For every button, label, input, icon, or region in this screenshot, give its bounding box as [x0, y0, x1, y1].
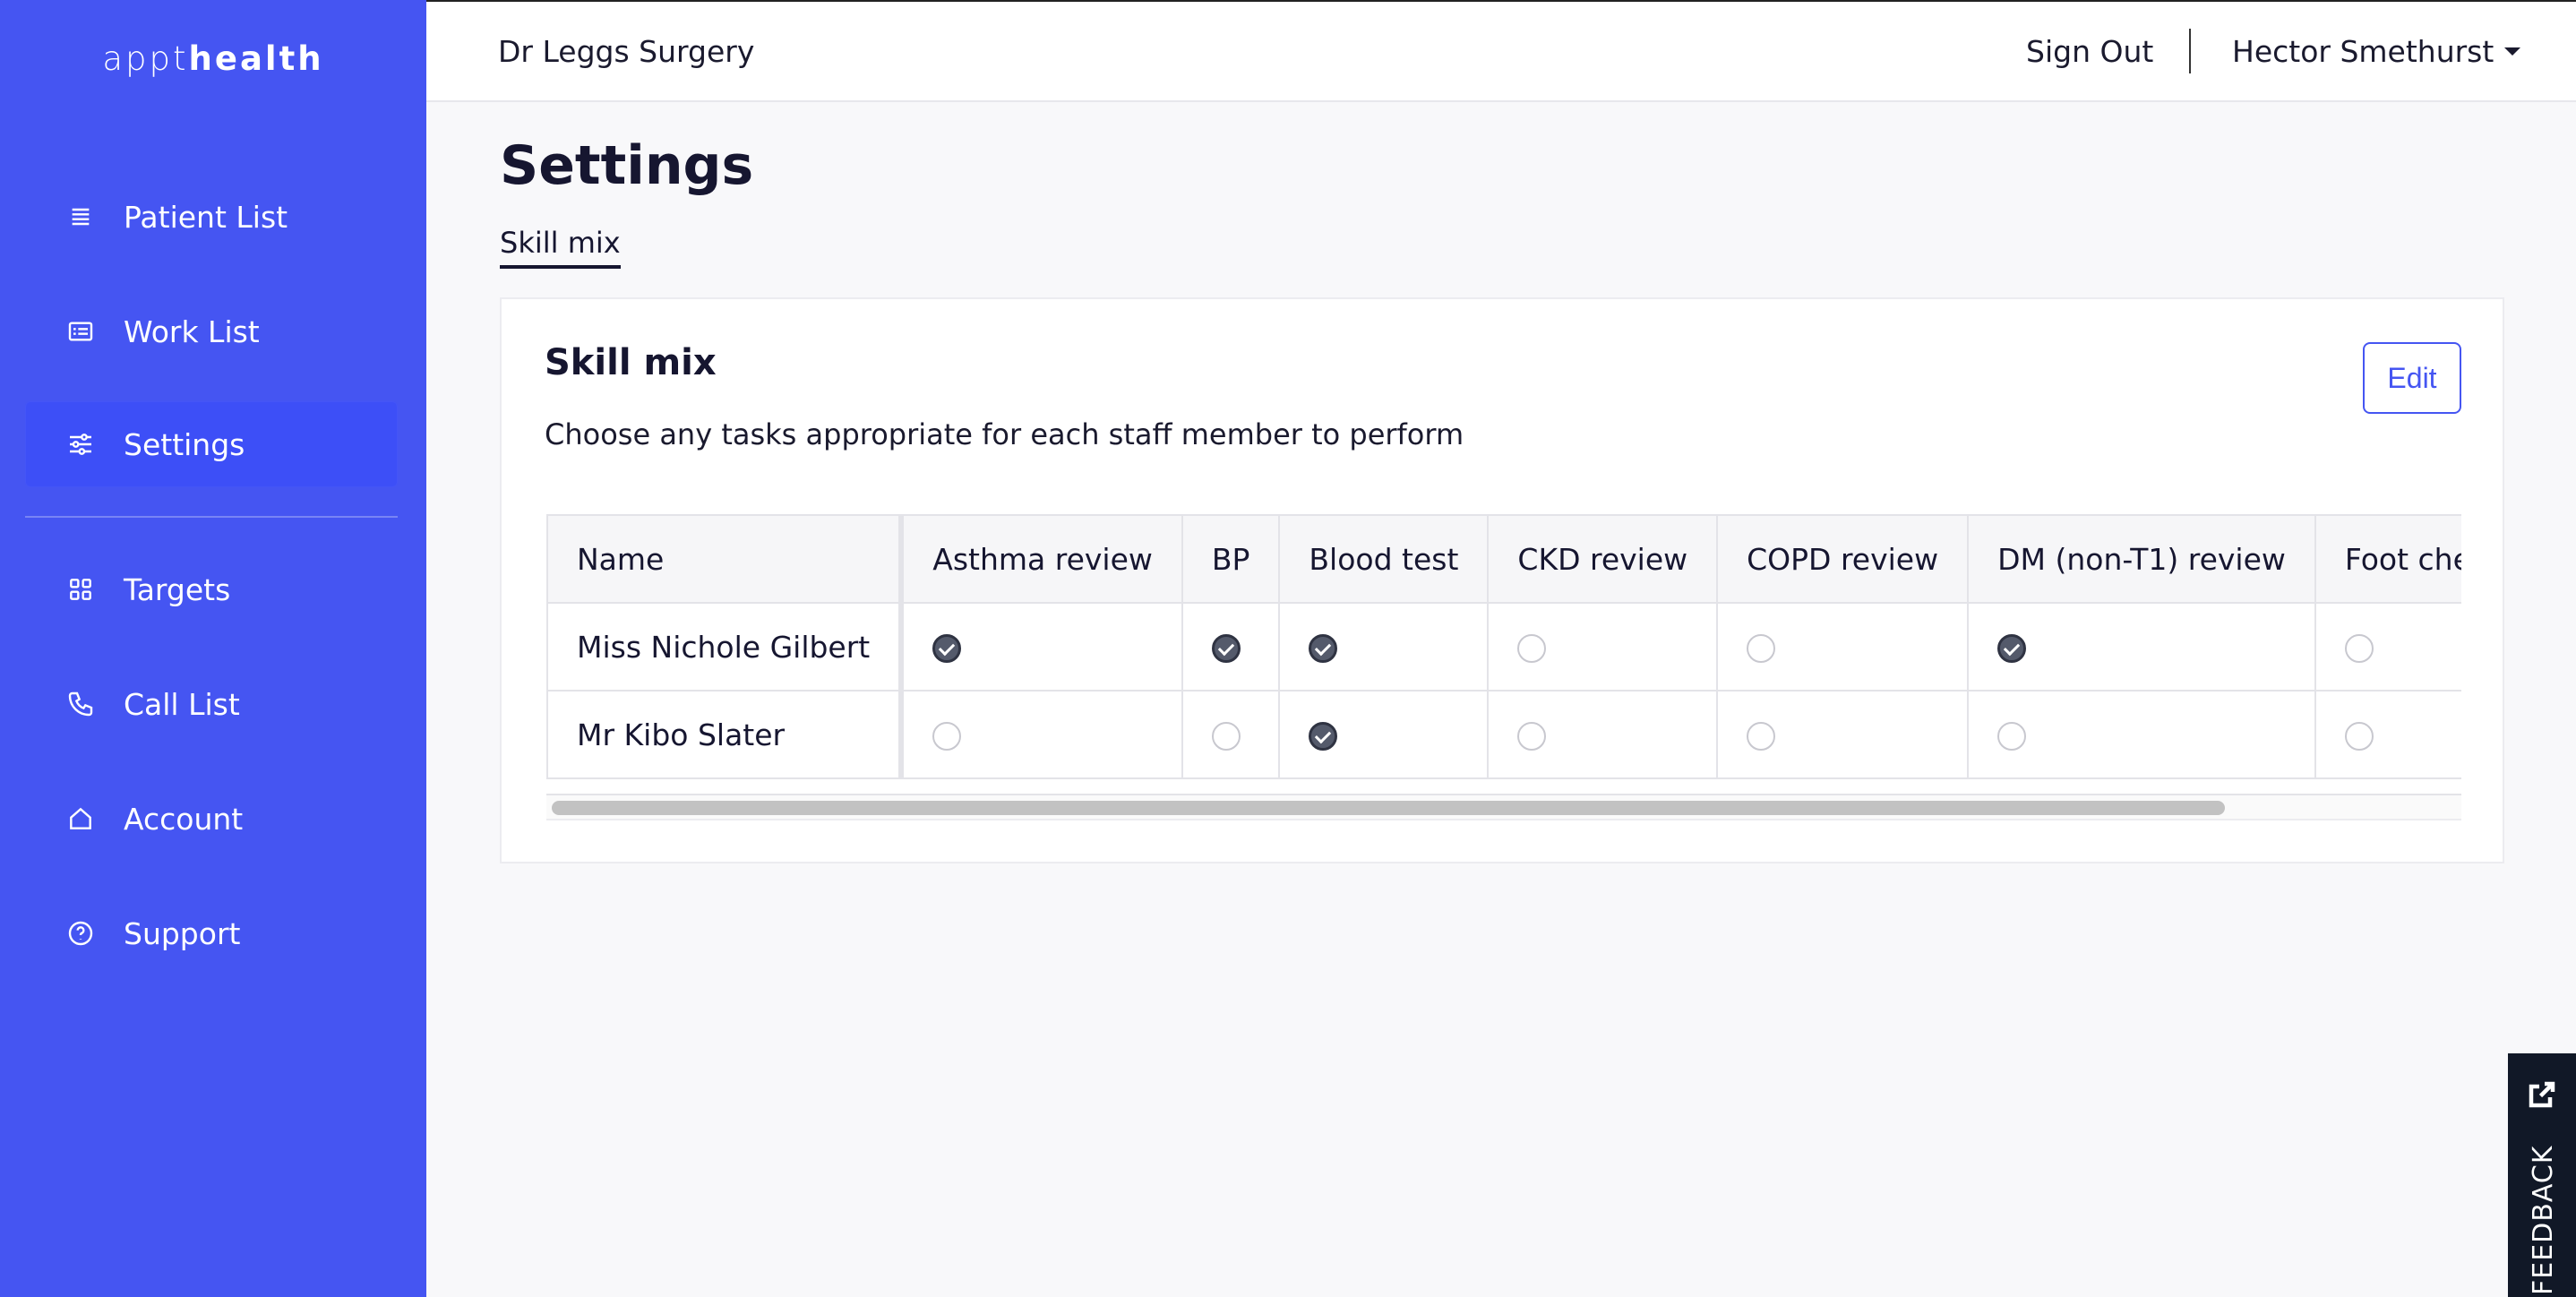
unchecked-skill-radio[interactable] — [1517, 722, 1547, 751]
header-divider — [2189, 29, 2191, 73]
scrollbar-thumb[interactable] — [552, 801, 2225, 815]
sidebar-item-label: Work List — [124, 314, 260, 349]
table-row: Mr Kibo Slater — [546, 690, 2461, 779]
sidebar-item-settings[interactable]: Settings — [25, 401, 398, 487]
top-header: Dr Leggs Surgery Sign Out Hector Smethur… — [426, 0, 2576, 102]
skill-cell — [1278, 690, 1490, 779]
unchecked-skill-radio[interactable] — [1997, 722, 2027, 751]
feedback-tab[interactable]: FEEDBACK — [2508, 1053, 2576, 1297]
card-description: Choose any tasks appropriate for each st… — [545, 417, 1464, 451]
sidebar-item-account[interactable]: Account — [25, 776, 398, 862]
brand-logo[interactable]: appthealth — [0, 39, 426, 78]
unchecked-skill-radio[interactable] — [1747, 722, 1776, 751]
unchecked-skill-radio[interactable] — [1211, 722, 1241, 751]
skill-cell — [1967, 690, 2316, 779]
skill-cell — [1716, 602, 1970, 691]
sidebar: appthealth Patient List Work List Settin… — [0, 0, 426, 1297]
column-header: Foot chec — [2314, 514, 2461, 604]
phone-icon — [64, 688, 97, 720]
skill-cell — [1487, 690, 1719, 779]
unchecked-skill-radio[interactable] — [1517, 634, 1547, 663]
sliders-icon — [64, 428, 97, 460]
sidebar-item-label: Call List — [124, 686, 240, 722]
sidebar-item-label: Targets — [124, 571, 231, 607]
unchecked-skill-radio[interactable] — [1747, 634, 1776, 663]
sign-out-link[interactable]: Sign Out — [2026, 34, 2153, 69]
home-icon — [64, 803, 97, 835]
skill-mix-card: Skill mix Choose any tasks appropriate f… — [500, 297, 2504, 863]
logo-text-light: appt — [102, 39, 189, 78]
sidebar-divider — [25, 516, 398, 518]
skill-cell — [1278, 602, 1490, 691]
sidebar-item-call-list[interactable]: Call List — [25, 661, 398, 747]
column-header: Blood test — [1278, 514, 1490, 604]
skill-cell — [900, 602, 1183, 691]
practice-name: Dr Leggs Surgery — [498, 34, 755, 69]
page-title: Settings — [500, 134, 754, 197]
sidebar-item-label: Patient List — [124, 199, 288, 235]
sidebar-item-label: Support — [124, 915, 241, 951]
feedback-label: FEEDBACK — [2528, 1145, 2559, 1295]
checked-skill-radio[interactable] — [932, 634, 962, 663]
staff-name-cell: Miss Nichole Gilbert — [546, 602, 905, 691]
table-row: Miss Nichole Gilbert — [546, 602, 2461, 691]
checked-skill-radio[interactable] — [1211, 634, 1241, 663]
id-card-icon — [64, 315, 97, 348]
skill-cell — [1181, 690, 1281, 779]
sidebar-item-support[interactable]: Support — [25, 890, 398, 976]
column-header: COPD review — [1716, 514, 1970, 604]
help-circle-icon — [64, 917, 97, 949]
sidebar-item-label: Settings — [124, 426, 245, 462]
unchecked-skill-radio[interactable] — [932, 722, 962, 751]
table-header-row: Name Asthma review BP Blood test CKD rev… — [546, 514, 2461, 604]
unchecked-skill-radio[interactable] — [2344, 634, 2374, 663]
skill-mix-table: Name Asthma review BP Blood test CKD rev… — [546, 514, 2461, 779]
unchecked-skill-radio[interactable] — [2344, 722, 2374, 751]
checked-skill-radio[interactable] — [1309, 634, 1338, 663]
card-title: Skill mix — [545, 342, 717, 383]
logo-text-bold: health — [188, 39, 324, 78]
column-header: CKD review — [1487, 514, 1719, 604]
user-name: Hector Smethurst — [2232, 34, 2494, 69]
column-header: DM (non-T1) review — [1967, 514, 2316, 604]
column-header: BP — [1181, 514, 1281, 604]
skill-cell — [2314, 602, 2461, 691]
checked-skill-radio[interactable] — [1309, 722, 1338, 751]
skill-cell — [1181, 602, 1281, 691]
sidebar-item-work-list[interactable]: Work List — [25, 288, 398, 374]
user-menu[interactable]: Hector Smethurst — [2232, 34, 2521, 69]
skill-mix-table-container[interactable]: Name Asthma review BP Blood test CKD rev… — [546, 514, 2461, 794]
tab-skill-mix[interactable]: Skill mix — [500, 226, 621, 269]
sidebar-item-targets[interactable]: Targets — [25, 546, 398, 632]
skill-cell — [2314, 690, 2461, 779]
list-icon — [64, 201, 97, 233]
skill-cell — [900, 690, 1183, 779]
skill-cell — [1967, 602, 2316, 691]
column-header: Asthma review — [900, 514, 1183, 604]
sidebar-item-patient-list[interactable]: Patient List — [25, 174, 398, 260]
external-link-icon — [2526, 1078, 2558, 1111]
sidebar-item-label: Account — [124, 801, 244, 837]
horizontal-scrollbar[interactable] — [546, 794, 2461, 820]
edit-button[interactable]: Edit — [2363, 342, 2461, 414]
skill-cell — [1716, 690, 1970, 779]
column-header: Name — [546, 514, 905, 604]
skill-cell — [1487, 602, 1719, 691]
staff-name-cell: Mr Kibo Slater — [546, 690, 905, 779]
checked-skill-radio[interactable] — [1997, 634, 2027, 663]
grid-icon — [64, 573, 97, 606]
caret-down-icon — [2504, 47, 2521, 56]
